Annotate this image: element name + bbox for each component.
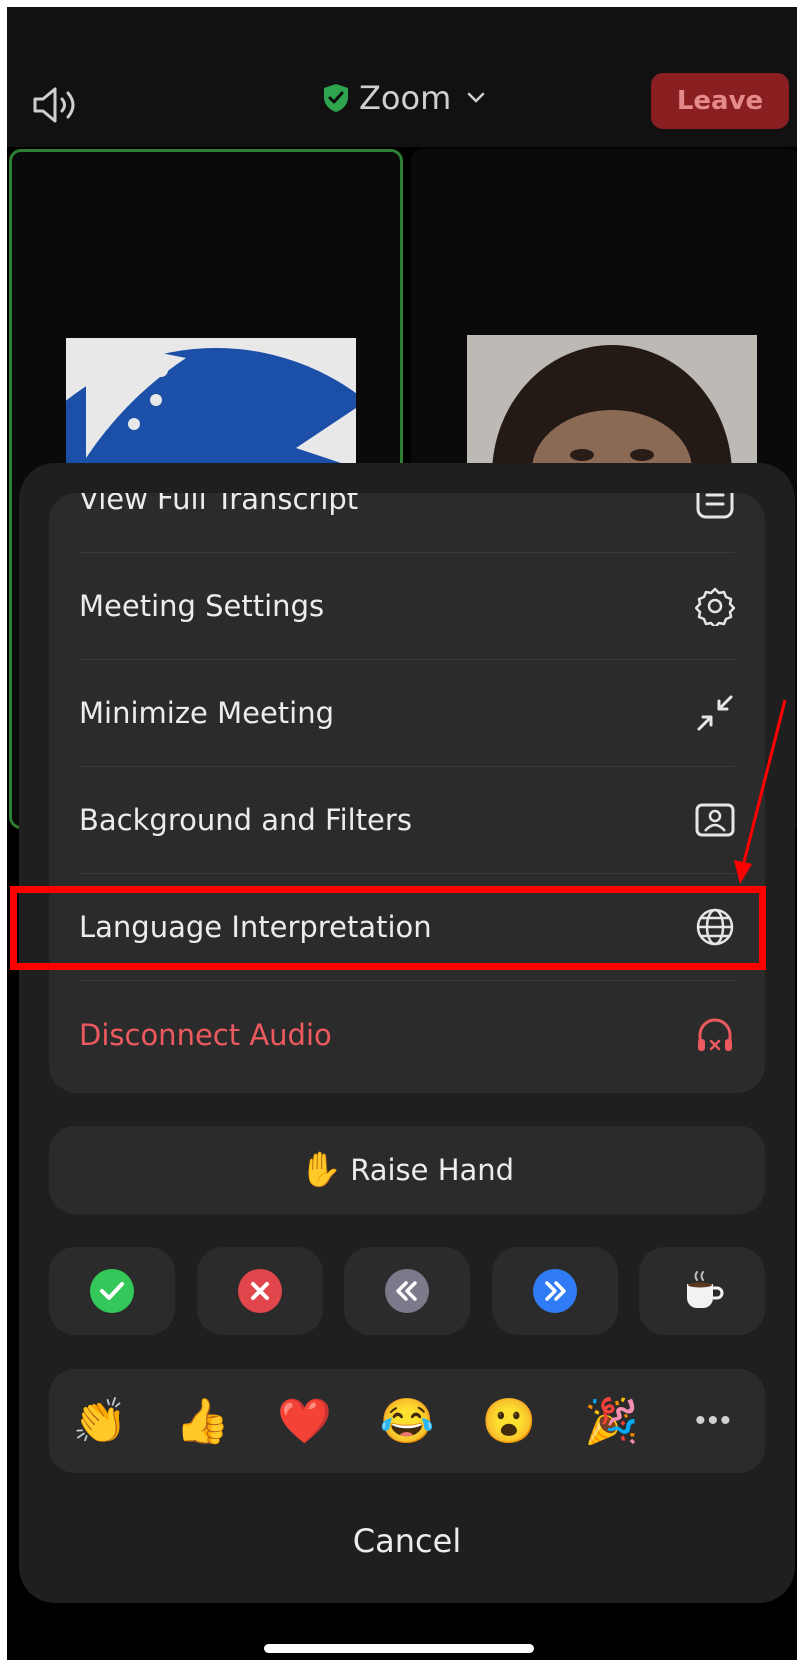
menu-item-label: Background and Filters [79, 803, 412, 837]
go-slower-button[interactable] [344, 1247, 470, 1335]
menu-item-label: Language Interpretation [79, 910, 432, 944]
meeting-title-dropdown[interactable]: Zoom [323, 79, 485, 117]
leave-button[interactable]: Leave [651, 73, 789, 129]
transcript-icon [696, 493, 734, 519]
menu-item-minimize-meeting[interactable]: Minimize Meeting [79, 660, 735, 767]
slower-icon [385, 1269, 429, 1313]
coffee-break-button[interactable] [639, 1247, 765, 1335]
more-reactions-button[interactable]: ••• [674, 1381, 754, 1461]
more-actions-sheet: View Full Transcript Meeting Settings Mi… [19, 463, 795, 1603]
gear-icon [695, 587, 735, 626]
menu-item-language-interpretation[interactable]: Language Interpretation [79, 874, 735, 981]
go-faster-button[interactable] [491, 1247, 618, 1335]
menu-item-background-and-filters[interactable]: Background and Filters [79, 767, 735, 874]
home-indicator[interactable] [264, 1644, 534, 1653]
chevron-down-icon [468, 92, 485, 103]
menu-item-view-full-transcript[interactable]: View Full Transcript [79, 493, 735, 553]
annotation-arrow [734, 699, 787, 884]
party-reaction[interactable]: 🎉 [572, 1381, 652, 1461]
clap-reaction[interactable]: 👏 [60, 1381, 140, 1461]
yes-check-icon [90, 1269, 134, 1313]
coffee-icon [687, 1271, 724, 1308]
top-bar: Zoom Leave [7, 7, 797, 147]
screen: Zoom Leave View Full Transcript Meeting … [7, 7, 797, 1660]
no-x-icon [237, 1269, 282, 1313]
raised-hand-icon: ✋ [299, 1150, 343, 1190]
menu-item-label: View Full Transcript [79, 493, 359, 516]
yes-button[interactable] [49, 1247, 175, 1335]
raise-hand-button[interactable]: ✋ Raise Hand [49, 1126, 765, 1214]
headphones-x-icon [698, 1018, 732, 1051]
globe-icon [696, 908, 734, 946]
thumbs-up-reaction[interactable]: 👍 [162, 1381, 242, 1461]
menu-item-meeting-settings[interactable]: Meeting Settings [79, 553, 735, 660]
background-icon [695, 803, 735, 837]
menu-item-label: Disconnect Audio [79, 1017, 332, 1052]
raise-hand-label: Raise Hand [350, 1153, 515, 1187]
faster-icon [532, 1269, 577, 1313]
surprised-reaction[interactable]: 😮 [469, 1381, 549, 1461]
minimize-icon [697, 695, 733, 731]
reactions-row: 👏 👍 ❤️ 😂 😮 🎉 ••• [49, 1369, 765, 1473]
cancel-button[interactable]: Cancel [49, 1505, 765, 1577]
speaker-icon[interactable] [31, 85, 79, 125]
menu-item-label: Minimize Meeting [79, 696, 335, 730]
joy-reaction[interactable]: 😂 [367, 1381, 447, 1461]
heart-reaction[interactable]: ❤️ [265, 1381, 345, 1461]
menu-list: View Full Transcript Meeting Settings Mi… [49, 493, 765, 1093]
meeting-title-text: Zoom [359, 79, 452, 117]
shield-check-icon [324, 84, 348, 112]
no-button[interactable] [196, 1247, 323, 1335]
menu-item-disconnect-audio[interactable]: Disconnect Audio [79, 981, 735, 1088]
nonverbal-feedback-row [49, 1247, 765, 1335]
menu-item-label: Meeting Settings [79, 589, 325, 623]
